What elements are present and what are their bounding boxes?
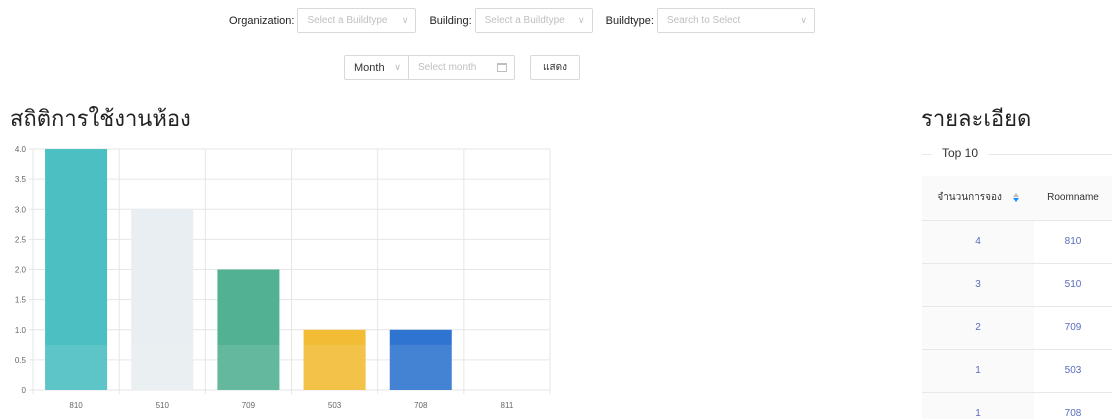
month-picker-placeholder: Select month — [418, 62, 477, 73]
y-tick-label: 0.5 — [15, 356, 27, 365]
y-tick-label: 2.5 — [15, 235, 27, 244]
y-tick-label: 3.0 — [15, 205, 27, 214]
buildtype-label: Buildtype: — [605, 14, 654, 27]
table-row: 1 503 — [922, 349, 1112, 393]
x-tick-label: 503 — [328, 401, 342, 410]
filter-row-primary: Organization: Select a Buildtype ∨ Build… — [229, 8, 815, 33]
cell-count: 2 — [922, 306, 1034, 350]
y-tick-label: 4.0 — [15, 145, 27, 154]
column-header-room: Roomname — [1034, 176, 1112, 221]
chevron-down-icon: ∨ — [394, 62, 401, 72]
buildtype-select[interactable]: Search to Select ∨ — [656, 8, 815, 33]
y-tick-label: 1.0 — [15, 326, 27, 335]
bar-highlight — [217, 344, 280, 390]
detail-table: จำนวนการจอง Roomname 4 810 3 510 2 709 1… — [922, 176, 1112, 419]
x-tick-label: 709 — [242, 401, 256, 410]
filter-row-period: Month ∨ Select month แสดง — [344, 55, 580, 80]
cell-count: 1 — [922, 349, 1034, 393]
cell-room: 708 — [1034, 392, 1112, 419]
cell-count: 3 — [922, 263, 1034, 307]
chevron-down-icon: ∨ — [401, 15, 409, 25]
cell-room: 510 — [1034, 263, 1112, 307]
calendar-icon — [497, 63, 507, 72]
bar-highlight — [389, 344, 452, 390]
bar-highlight — [45, 344, 108, 390]
column-header-count-label: จำนวนการจอง — [937, 192, 1002, 204]
cell-count: 4 — [922, 220, 1034, 264]
y-tick-label: 3.5 — [15, 175, 27, 184]
cell-count: 1 — [922, 392, 1034, 419]
organization-select-value: Select a Buildtype — [307, 15, 388, 26]
chevron-down-icon: ∨ — [578, 15, 585, 25]
detail-title: รายละเอียด — [921, 106, 1032, 131]
show-button[interactable]: แสดง — [530, 55, 580, 80]
y-tick-label: 2.0 — [15, 266, 27, 275]
x-tick-label: 510 — [156, 401, 170, 410]
x-tick-label: 811 — [501, 401, 514, 410]
y-tick-label: 0 — [22, 386, 27, 395]
x-tick-label: 708 — [414, 401, 428, 410]
period-select[interactable]: Month ∨ — [344, 55, 408, 80]
top10-label: Top 10 — [932, 146, 989, 160]
cell-room: 503 — [1034, 349, 1112, 393]
table-row: 3 510 — [922, 263, 1112, 307]
table-row: 1 708 — [922, 392, 1112, 419]
period-select-value: Month — [354, 61, 385, 74]
organization-label: Organization: — [229, 14, 295, 27]
sort-icon[interactable] — [1012, 193, 1019, 203]
column-header-count[interactable]: จำนวนการจอง — [922, 176, 1034, 221]
table-row: 2 709 — [922, 306, 1112, 350]
cell-room: 709 — [1034, 306, 1112, 350]
organization-select[interactable]: Select a Buildtype ∨ — [297, 8, 417, 33]
building-select[interactable]: Select a Buildtype ∨ — [474, 8, 593, 33]
month-picker-input[interactable]: Select month — [408, 55, 515, 80]
building-select-value: Select a Buildtype — [484, 15, 565, 26]
buildtype-select-value: Search to Select — [666, 15, 741, 26]
room-usage-bar-chart: 0 0.5 1.0 1.5 2.0 2.5 3.0 3.5 4.0 810 510 709 503 708… — [15, 145, 551, 410]
chevron-down-icon: ∨ — [800, 15, 807, 25]
y-tick-label: 1.5 — [15, 296, 27, 305]
x-tick-label: 810 — [69, 401, 83, 410]
cell-room: 810 — [1034, 220, 1112, 264]
table-row: 4 810 — [922, 220, 1112, 264]
bar-highlight — [303, 344, 366, 390]
top10-divider: Top 10 — [922, 142, 1112, 162]
bar-highlight — [131, 344, 194, 390]
table-header-row: จำนวนการจอง Roomname — [922, 176, 1112, 221]
building-label: Building: — [429, 14, 472, 27]
chart-title: สถิติการใช้งานห้อง — [10, 106, 191, 131]
